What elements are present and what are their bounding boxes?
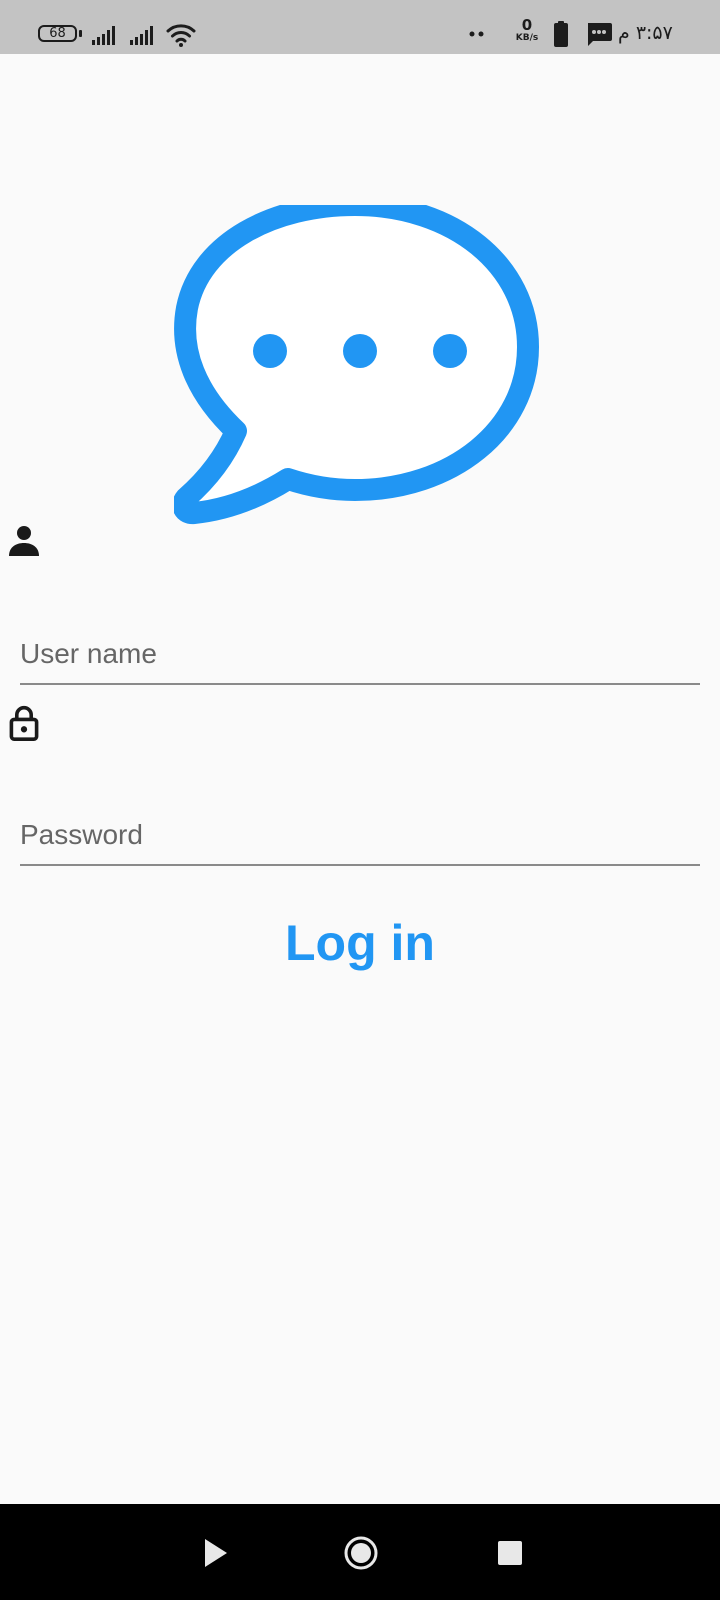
- signal-icon: [130, 26, 153, 45]
- message-icon: [588, 23, 612, 46]
- nav-bar: [0, 1504, 720, 1600]
- login-button[interactable]: Log in: [260, 905, 460, 981]
- net-speed-value: 0: [521, 16, 533, 34]
- dots-icon: [469, 31, 484, 37]
- lock-icon: [9, 705, 39, 741]
- home-icon[interactable]: [336, 1528, 386, 1578]
- dot-icon: [433, 334, 467, 368]
- dot-icon: [253, 334, 287, 368]
- chat-bubble-icon: [174, 205, 539, 525]
- battery-icon: 68: [38, 25, 77, 42]
- dot-icon: [343, 334, 377, 368]
- back-icon[interactable]: [190, 1528, 240, 1578]
- username-input[interactable]: [20, 625, 700, 685]
- battery-charge-icon: [554, 21, 568, 47]
- recents-icon[interactable]: [485, 1528, 535, 1578]
- battery-level: 68: [49, 26, 66, 41]
- net-speed-unit: KB/s: [515, 33, 539, 43]
- net-speed: 0 KB/s: [512, 18, 542, 43]
- status-bar: 68 0 KB/s ۳:۵۷ م: [0, 0, 720, 54]
- signal-icon: [92, 26, 115, 45]
- battery-nub: [79, 30, 82, 37]
- clock: ۳:۵۷ م: [618, 22, 673, 44]
- person-icon: [9, 526, 39, 556]
- wifi-icon: [166, 24, 196, 47]
- password-input[interactable]: [20, 806, 700, 866]
